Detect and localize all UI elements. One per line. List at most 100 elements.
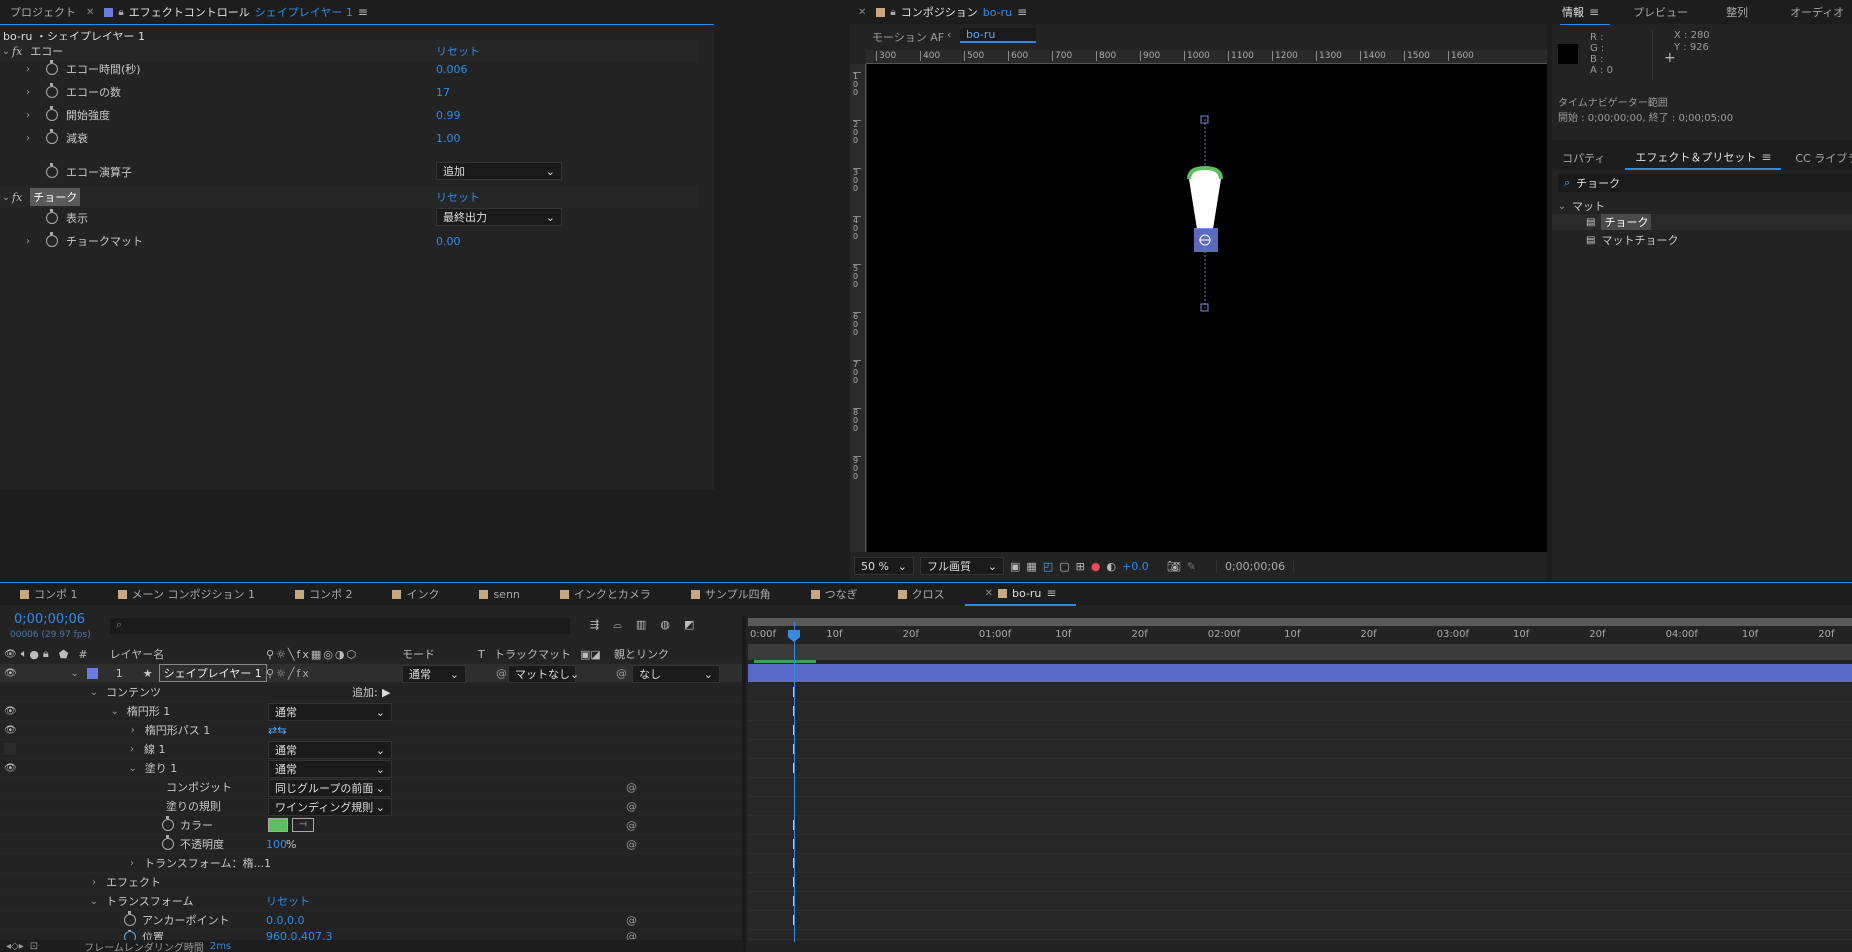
fx-icon[interactable]: fx	[12, 45, 22, 58]
show-snapshot-icon[interactable]: ✎	[1187, 560, 1196, 573]
timeline-track[interactable]	[748, 759, 1852, 778]
time-ruler[interactable]: 0:00f 10f 20f 01:00f 10f 20f 02:00f 10f 20f 03:00…	[748, 626, 1852, 644]
work-area-bar[interactable]	[748, 618, 1852, 626]
timeline-tab[interactable]: コンポ 1	[0, 582, 98, 606]
chevron-down-icon[interactable]: ⌄	[0, 192, 12, 203]
property-row[interactable]: アンカーポイント 0.0,0.0 @	[0, 911, 742, 930]
zoom-dropdown[interactable]: 50 % ⌄	[854, 557, 914, 575]
work-area-range[interactable]	[748, 644, 1852, 660]
param-value[interactable]: 17	[436, 86, 450, 99]
eye-icon[interactable]: 👁︎	[4, 763, 17, 774]
property-row[interactable]: カラー ⟞ @	[0, 816, 742, 835]
comp-viewer[interactable]	[867, 64, 1547, 552]
chevron-down-icon[interactable]: ⌄	[69, 668, 81, 679]
track-matte-dropdown[interactable]: マットなし ⌄	[508, 665, 579, 683]
preset-search-field[interactable]: ⌕ チョーク	[1558, 174, 1852, 192]
camera-icon[interactable]: 📷︎	[1167, 560, 1181, 573]
stroke-mode-dropdown[interactable]: 通常 ⌄	[268, 741, 392, 759]
transparency-grid-icon[interactable]: ▦	[1026, 560, 1036, 573]
path-direction-icon[interactable]: ⇄⇆	[268, 724, 286, 737]
exposure-value[interactable]: +0.0	[1122, 560, 1149, 573]
composite-dropdown[interactable]: 同じグループの前面 ⌄	[268, 779, 392, 797]
chevron-down-icon[interactable]: ⌄	[1556, 201, 1568, 212]
property-row[interactable]: ⌄ トランスフォーム リセット	[0, 892, 742, 911]
label-icon[interactable]: ⬟	[59, 648, 69, 661]
draft-3d-icon[interactable]: ⌓	[613, 618, 622, 632]
stopwatch-icon[interactable]	[162, 835, 174, 850]
timeline-tab[interactable]: コンポ 2	[275, 582, 373, 606]
eye-icon[interactable]: 👁︎	[4, 706, 17, 717]
layer-switches[interactable]: ⚲☼╱fx	[266, 667, 311, 680]
tab-effect-controls[interactable]: 🔒︎ エフェクトコントロール シェイプレイヤー 1 ≡	[94, 0, 378, 24]
property-row[interactable]: 👁︎ ⌄ 楕円形 1 通常 ⌄	[0, 702, 742, 721]
chevron-right-icon[interactable]: ›	[22, 87, 34, 98]
tab-properties[interactable]: コパティ	[1552, 146, 1615, 170]
solo-icon[interactable]: ●	[29, 648, 39, 661]
timeline-track[interactable]	[748, 911, 1852, 930]
fill-mode-dropdown[interactable]: 通常 ⌄	[268, 760, 392, 778]
timeline-timecode[interactable]: 0;00;00;06	[14, 612, 85, 627]
lock-icon[interactable]: 🔒︎	[43, 647, 49, 661]
chevron-right-icon[interactable]: ›	[126, 858, 138, 869]
fill-rule-dropdown[interactable]: ワインディング規則 ⌄	[268, 798, 392, 816]
timeline-tab[interactable]: senn	[459, 582, 539, 606]
tab-cc-libraries[interactable]: CC ライブラリ	[1785, 146, 1852, 170]
shy-icon[interactable]: ▥	[636, 618, 646, 632]
param-value[interactable]: 0.99	[436, 109, 461, 122]
safe-zone-icon[interactable]: ▢	[1059, 560, 1069, 573]
chevron-right-icon[interactable]: ›	[127, 725, 139, 736]
spiral-icon[interactable]: @	[626, 781, 637, 794]
timeline-track[interactable]	[748, 835, 1852, 854]
eye-icon[interactable]: 👁︎	[4, 649, 17, 660]
chevron-right-icon[interactable]: ›	[88, 877, 100, 888]
param-row[interactable]: › エコーの数 17	[0, 81, 698, 103]
timeline-track[interactable]	[748, 892, 1852, 911]
property-row[interactable]: › 線 1 通常 ⌄	[0, 740, 742, 759]
echo-operator-dropdown[interactable]: 追加 ⌄	[436, 162, 562, 180]
region-icon[interactable]: ▣	[1010, 560, 1020, 573]
frame-blend-icon[interactable]: ◍	[660, 618, 670, 632]
preset-item-matte-choke[interactable]: ▤ マットチョーク	[1586, 232, 1678, 248]
spiral-icon[interactable]: @	[626, 800, 637, 813]
param-value[interactable]: 0.006	[436, 63, 468, 76]
eye-icon[interactable]: 👁︎	[4, 725, 17, 736]
property-row[interactable]: 👁︎ › 楕円形パス 1 ⇄⇆	[0, 721, 742, 740]
chevron-down-icon[interactable]: ⌄	[109, 706, 121, 717]
comp-breadcrumb[interactable]: bo-ru	[960, 28, 1036, 43]
effect-choke-header[interactable]: ⌄ fx チョーク リセット	[0, 186, 698, 208]
close-icon[interactable]: ✕	[858, 7, 866, 18]
property-row[interactable]: › エフェクト	[0, 873, 742, 892]
audio-icon[interactable]: 🔈︎	[21, 647, 28, 661]
close-icon[interactable]: ✕	[86, 7, 94, 18]
spiral-icon[interactable]: @	[626, 914, 637, 927]
close-icon[interactable]: ✕	[985, 588, 993, 599]
param-value[interactable]: 1.00	[436, 132, 461, 145]
grid-icon[interactable]: ⊞	[1076, 560, 1085, 573]
stopwatch-icon[interactable]	[46, 60, 58, 75]
chevron-left-icon[interactable]: ‹	[947, 28, 951, 41]
panel-menu-icon[interactable]: ≡	[358, 5, 368, 19]
play-circle-icon[interactable]: ▶	[382, 686, 390, 699]
choke-display-dropdown[interactable]: 最終出力 ⌄	[436, 208, 562, 226]
parent-dropdown[interactable]: なし ⌄	[632, 665, 720, 683]
timeline-track[interactable]	[748, 816, 1852, 835]
tab-preview[interactable]: プレビュー	[1623, 0, 1698, 24]
timeline-tab[interactable]: ✕ bo-ru ≡	[964, 582, 1077, 606]
timeline-track[interactable]	[748, 873, 1852, 892]
stopwatch-icon[interactable]	[46, 209, 58, 224]
eye-toggle-off[interactable]	[4, 743, 16, 755]
fill-color-swatch[interactable]	[268, 818, 288, 832]
color-channel-icon[interactable]: ●	[1091, 560, 1101, 573]
eye-icon[interactable]: 👁︎	[4, 668, 17, 679]
stopwatch-icon[interactable]	[46, 106, 58, 121]
chevron-right-icon[interactable]: ›	[22, 110, 34, 121]
tab-composition[interactable]: 🔒︎ コンポジション bo-ru ≡	[866, 0, 1037, 24]
timeline-track[interactable]	[748, 854, 1852, 873]
layer-mode-dropdown[interactable]: 通常 ⌄	[402, 665, 466, 683]
param-row[interactable]: › エコー時間(秒) 0.006	[0, 58, 698, 80]
lock-icon[interactable]: 🔒︎	[118, 7, 123, 18]
tab-audio[interactable]: オーディオ	[1780, 0, 1852, 24]
timeline-track[interactable]	[748, 721, 1852, 740]
timeline-tab[interactable]: メーン コンポジション 1	[98, 582, 275, 606]
preset-item-choke[interactable]: ▤ チョーク	[1586, 214, 1652, 230]
